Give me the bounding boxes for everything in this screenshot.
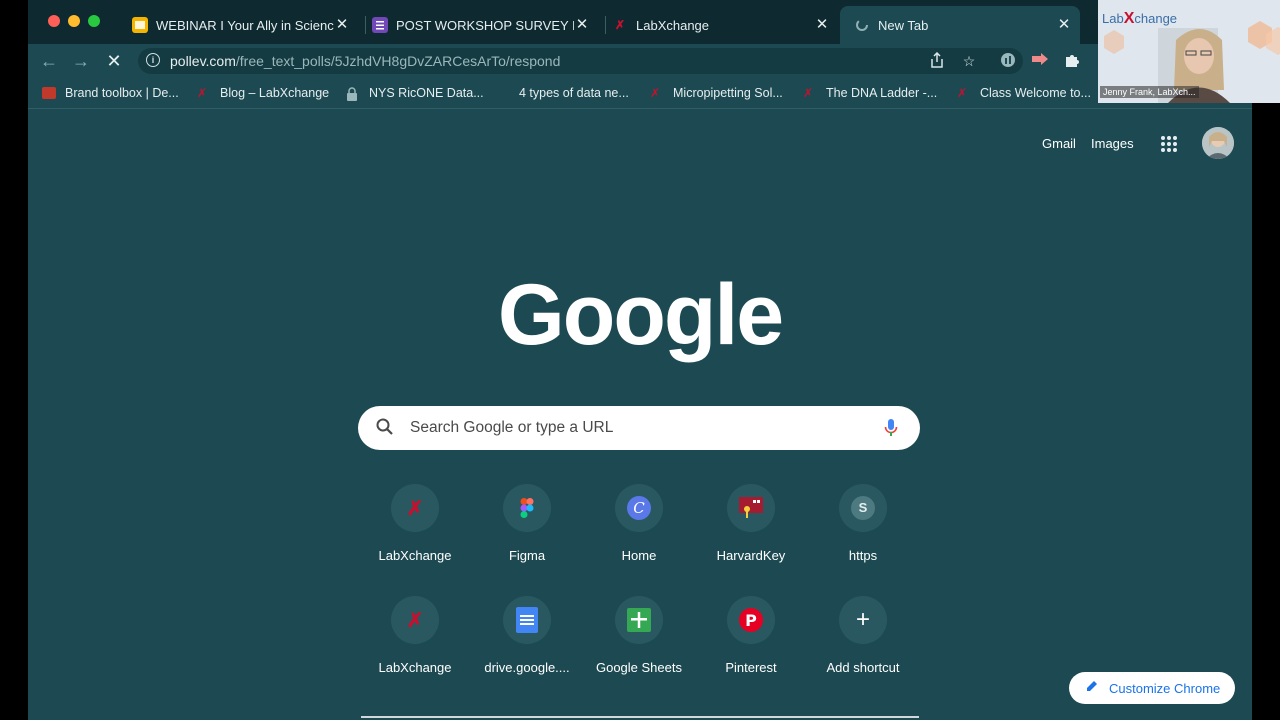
sheets-icon	[615, 596, 663, 644]
shortcut-google-sheets[interactable]: Google Sheets	[583, 596, 695, 704]
pencil-icon	[1085, 679, 1099, 698]
google-logo: Google	[497, 267, 784, 363]
add-shortcut-button[interactable]: + Add shortcut	[807, 596, 919, 704]
harvardkey-icon	[727, 484, 775, 532]
tab-title: WEBINAR I Your Ally in Science	[156, 17, 334, 33]
back-arrow-icon[interactable]: ←	[38, 50, 60, 72]
bookmark-favicon-icon	[42, 87, 56, 99]
tab-close-icon[interactable]: ✕	[572, 15, 592, 35]
bookmarks-bar: Brand toolbox | De... ✗ Blog – LabXchang…	[28, 78, 1252, 109]
extension-chart-icon[interactable]	[999, 52, 1017, 70]
extension-arrow-icon[interactable]	[1031, 52, 1049, 70]
site-info-icon[interactable]: i	[146, 53, 160, 67]
images-link[interactable]: Images	[1091, 136, 1134, 151]
tab-close-icon[interactable]: ✕	[812, 15, 832, 35]
labxchange-icon: ✗	[197, 86, 208, 100]
customize-chrome-button[interactable]: Customize Chrome	[1069, 672, 1235, 704]
participant-video: LabXchange Jenny Frank, LabXch...	[1098, 0, 1280, 103]
profile-avatar[interactable]	[1202, 127, 1234, 159]
bookmark-favicon-icon	[496, 87, 510, 99]
search-box[interactable]: Search Google or type a URL	[358, 406, 920, 450]
tab-title: New Tab	[878, 17, 929, 33]
shortcut-pinterest[interactable]: P Pinterest	[695, 596, 807, 704]
lock-icon	[346, 87, 360, 101]
shortcut-figma[interactable]: Figma	[471, 484, 583, 592]
bookmark-item[interactable]: 4 types of data ne...	[496, 84, 629, 102]
close-window-button[interactable]	[48, 15, 60, 27]
figma-icon	[503, 484, 551, 532]
bookmark-star-icon[interactable]: ☆	[960, 52, 978, 70]
labxchange-icon: ✗	[614, 18, 626, 32]
tab-new-tab[interactable]: New Tab ✕	[840, 6, 1080, 44]
tab-close-icon[interactable]: ✕	[332, 15, 352, 35]
labxchange-logo: LabXchange	[1102, 10, 1178, 27]
url-text: pollev.com/free_text_polls/5JzhdVH8gDvZA…	[170, 53, 561, 69]
shortcut-labxchange[interactable]: ✗ LabXchange	[359, 484, 471, 592]
docs-icon	[503, 596, 551, 644]
bookmark-item[interactable]: ✗ Micropipetting Sol...	[650, 84, 783, 102]
slides-icon	[132, 17, 148, 33]
bookmark-item[interactable]: ✗ Blog – LabXchange	[197, 84, 329, 102]
google-apps-icon[interactable]	[1161, 136, 1177, 152]
shortcut-https[interactable]: S https	[807, 484, 919, 592]
shortcut-home[interactable]: C Home	[583, 484, 695, 592]
forward-arrow-icon[interactable]: →	[70, 50, 92, 72]
minimize-window-button[interactable]	[68, 15, 80, 27]
labxchange-icon: ✗	[391, 596, 439, 644]
tab-title: LabXchange	[636, 17, 710, 33]
forms-icon	[372, 17, 388, 33]
bookmark-item[interactable]: NYS RicONE Data...	[346, 84, 484, 102]
address-bar[interactable]: i pollev.com/free_text_polls/5JzhdVH8gDv…	[138, 48, 1023, 74]
svg-text:C: C	[633, 499, 645, 517]
zoom-window-button[interactable]	[88, 15, 100, 27]
labxchange-icon: ✗	[803, 86, 814, 100]
tab-survey[interactable]: POST WORKSHOP SURVEY I A ✕	[358, 6, 598, 44]
svg-text:P: P	[745, 611, 757, 630]
extensions-puzzle-icon[interactable]	[1063, 52, 1081, 70]
browser-window: WEBINAR I Your Ally in Science ✕ POST WO…	[28, 0, 1252, 720]
search-icon	[376, 418, 394, 441]
tab-title: POST WORKSHOP SURVEY I A	[396, 17, 574, 33]
scroll-indicator	[361, 716, 919, 718]
shortcut-harvardkey[interactable]: HarvardKey	[695, 484, 807, 592]
tab-bar: WEBINAR I Your Ally in Science ✕ POST WO…	[28, 0, 1252, 44]
gmail-link[interactable]: Gmail	[1042, 136, 1076, 151]
canva-icon: C	[615, 484, 663, 532]
labxchange-icon: ✗	[957, 86, 968, 100]
pinterest-icon: P	[727, 596, 775, 644]
shortcut-drive[interactable]: drive.google....	[471, 596, 583, 704]
tab-labxchange[interactable]: ✗ LabXchange ✕	[598, 6, 838, 44]
tab-webinar[interactable]: WEBINAR I Your Ally in Science ✕	[118, 6, 358, 44]
plus-icon: +	[839, 596, 887, 644]
stop-loading-icon[interactable]: ✕	[103, 50, 125, 72]
bookmark-item[interactable]: ✗ The DNA Ladder -...	[803, 84, 937, 102]
letter-s-icon: S	[839, 484, 887, 532]
tab-close-icon[interactable]: ✕	[1054, 15, 1074, 35]
share-icon[interactable]	[928, 51, 946, 70]
shortcut-labxchange-2[interactable]: ✗ LabXchange	[359, 596, 471, 704]
participant-name: Jenny Frank, LabXch...	[1100, 86, 1199, 98]
search-placeholder: Search Google or type a URL	[410, 419, 614, 436]
toolbar: ← → ✕ i pollev.com/free_text_polls/5Jzhd…	[28, 44, 1252, 78]
loading-icon	[854, 17, 870, 33]
labxchange-icon: ✗	[650, 86, 661, 100]
bookmark-item[interactable]: ✗ Class Welcome to...	[957, 84, 1091, 102]
labxchange-icon: ✗	[391, 484, 439, 532]
bookmark-item[interactable]: Brand toolbox | De...	[42, 84, 179, 102]
microphone-icon[interactable]	[884, 418, 898, 443]
